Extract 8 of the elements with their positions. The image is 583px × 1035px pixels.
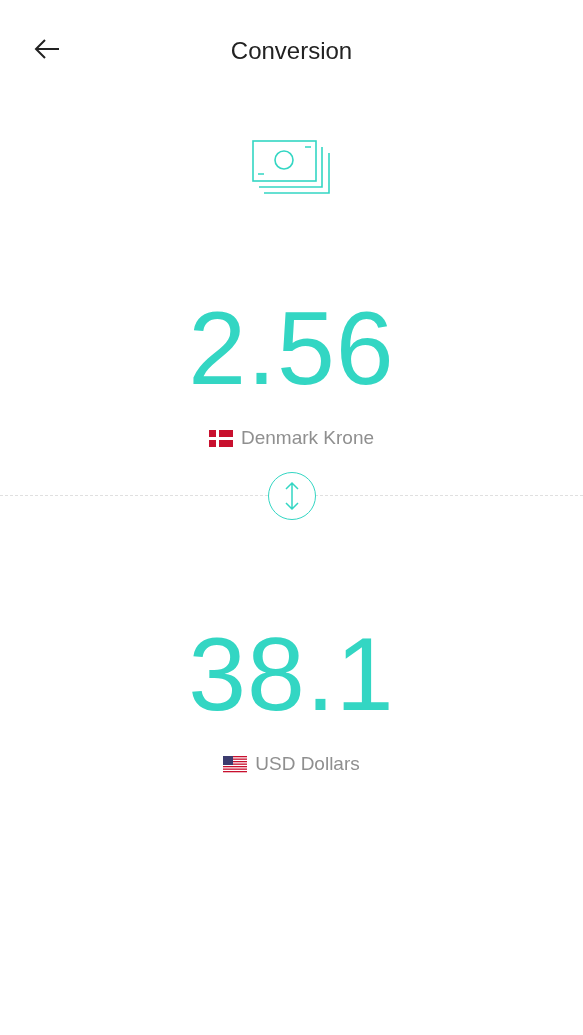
currency-name: USD Dollars xyxy=(255,752,360,776)
screen-title: Conversion xyxy=(230,36,353,66)
flag-icon xyxy=(208,429,233,447)
amount-value: 2.56 xyxy=(188,296,395,400)
back-arrow-icon xyxy=(34,38,60,60)
amount-value: 38.1 xyxy=(188,622,395,726)
flag-icon xyxy=(223,755,248,773)
currency-name: Denmark Krone xyxy=(240,426,375,450)
